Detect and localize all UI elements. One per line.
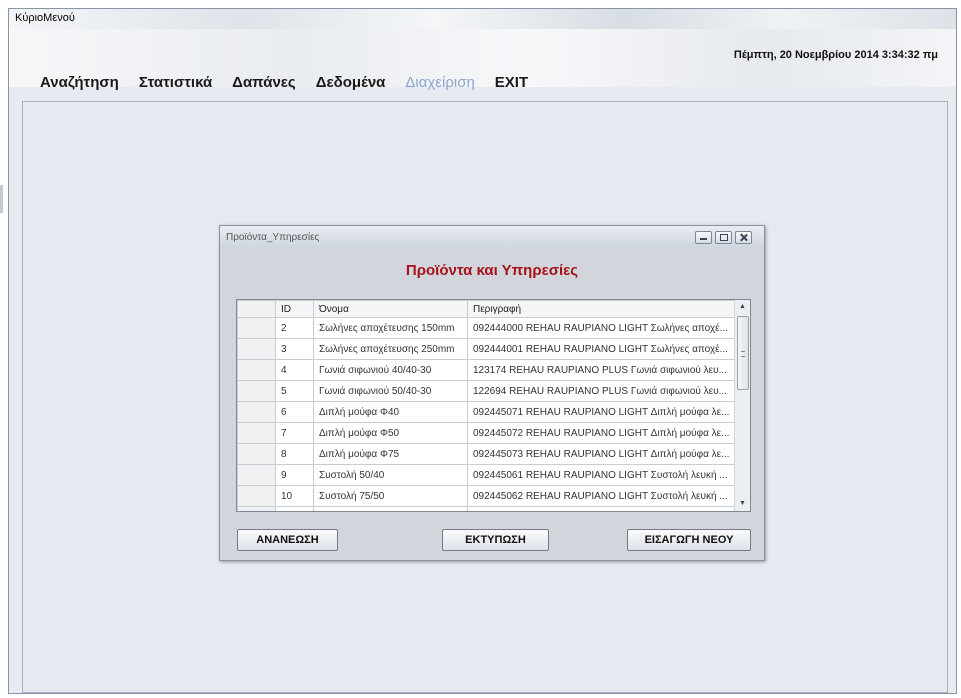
row-header[interactable]	[237, 443, 276, 465]
scroll-down-arrow-icon[interactable]: ▼	[735, 497, 750, 511]
menu-item-statistics[interactable]: Στατιστικά	[139, 74, 212, 91]
table-row[interactable]: 2 Σωλήνες αποχέτευσης 150mm 092444000 RE…	[237, 317, 745, 339]
menu-item-management[interactable]: Διαχείριση	[405, 74, 474, 91]
cell-id[interactable]: 5	[275, 380, 314, 402]
cell-description[interactable]: 123174 REHAU RAUPIANO PLUS Γωνιά σιφωνιο…	[467, 359, 745, 381]
cell-description[interactable]: 092445071 REHAU RAUPIANO LIGHT Διπλή μού…	[467, 401, 745, 423]
products-heading: Προϊόντα και Υπηρεσίες	[405, 262, 579, 279]
cell-description[interactable]: 092445072 REHAU RAUPIANO LIGHT Διπλή μού…	[467, 422, 745, 444]
row-header-corner	[237, 300, 276, 318]
cell-description[interactable]: 092444001 REHAU RAUPIANO LIGHT Σωλήνες α…	[467, 338, 745, 360]
row-header[interactable]	[237, 401, 276, 423]
table-row[interactable]: 4 Γωνιά σιφωνιού 40/40-30 123174 REHAU R…	[237, 359, 745, 381]
table-row[interactable]: 8 Διπλή μούφα Φ75 092445073 REHAU RAUPIA…	[237, 443, 745, 465]
menu-area: Πέμπτη, 20 Νοεμβρίου 2014 3:34:32 πμ Ανα…	[9, 29, 956, 91]
table-row[interactable]: 3 Σωλήνες αποχέτευσης 250mm 092444001 RE…	[237, 338, 745, 360]
row-header[interactable]	[237, 359, 276, 381]
child-window-title: Προϊόντα_Υπηρεσίες	[226, 232, 320, 243]
table-row[interactable]: 10 Συστολή 75/50 092445062 REHAU RAUPIAN…	[237, 485, 745, 507]
scrollbar-thumb[interactable]	[737, 316, 749, 390]
cell-id[interactable]: 6	[275, 401, 314, 423]
cell-id[interactable]: 9	[275, 464, 314, 486]
close-icon[interactable]	[735, 231, 752, 244]
table-header-row: ID Όνομα Περιγραφή	[237, 300, 745, 318]
cell-id[interactable]: 2	[275, 317, 314, 339]
minimize-icon[interactable]	[695, 231, 712, 244]
menu-item-data[interactable]: Δεδομένα	[316, 74, 386, 91]
add-new-button[interactable]: ΕΙΣΑΓΩΓΗ ΝΕΟΥ	[627, 529, 751, 551]
datetime-label: Πέμπτη, 20 Νοεμβρίου 2014 3:34:32 πμ	[733, 49, 938, 61]
table-row-partial[interactable]	[237, 506, 745, 511]
cell-id[interactable]: 3	[275, 338, 314, 360]
row-header[interactable]	[237, 422, 276, 444]
cell-id[interactable]: 7	[275, 422, 314, 444]
left-edge-accent	[0, 185, 3, 213]
cell-description[interactable]	[467, 506, 745, 511]
cell-name[interactable]: Διπλή μούφα Φ50	[313, 422, 468, 444]
cell-name[interactable]: Διπλή μούφα Φ75	[313, 443, 468, 465]
menu-item-search[interactable]: Αναζήτηση	[40, 74, 119, 91]
menu-item-expenses[interactable]: Δαπάνες	[232, 74, 296, 91]
cell-id[interactable]	[275, 506, 314, 511]
cell-id[interactable]: 10	[275, 485, 314, 507]
column-header-description[interactable]: Περιγραφή	[467, 300, 745, 318]
refresh-button[interactable]: ΑΝΑΝΕΩΣΗ	[237, 529, 338, 551]
cell-description[interactable]: 092445061 REHAU RAUPIANO LIGHT Συστολή λ…	[467, 464, 745, 486]
vertical-scrollbar[interactable]: ▲ ▼	[734, 300, 750, 511]
cell-name[interactable]: Γωνιά σιφωνιού 40/40-30	[313, 359, 468, 381]
products-table: ID Όνομα Περιγραφή 2 Σωλήνες αποχέτευσης…	[237, 300, 745, 511]
cell-name[interactable]: Συστολή 75/50	[313, 485, 468, 507]
maximize-icon[interactable]	[715, 231, 732, 244]
column-header-name[interactable]: Όνομα	[313, 300, 468, 318]
cell-description[interactable]: 092444000 REHAU RAUPIANO LIGHT Σωλήνες α…	[467, 317, 745, 339]
cell-name[interactable]: Σωλήνες αποχέτευσης 150mm	[313, 317, 468, 339]
table-row[interactable]: 7 Διπλή μούφα Φ50 092445072 REHAU RAUPIA…	[237, 422, 745, 444]
cell-name[interactable]: Γωνιά σιφωνιού 50/40-30	[313, 380, 468, 402]
cell-name[interactable]: Διπλή μούφα Φ40	[313, 401, 468, 423]
cell-description[interactable]: 122694 REHAU RAUPIANO PLUS Γωνιά σιφωνιο…	[467, 380, 745, 402]
cell-id[interactable]: 8	[275, 443, 314, 465]
cell-name[interactable]: Σωλήνες αποχέτευσης 250mm	[313, 338, 468, 360]
child-title-bar[interactable]: Προϊόντα_Υπηρεσίες	[220, 226, 764, 249]
cell-name[interactable]: Συστολή 50/40	[313, 464, 468, 486]
menu-item-exit[interactable]: EXIT	[495, 74, 528, 91]
scroll-up-arrow-icon[interactable]: ▲	[735, 300, 750, 314]
window-controls	[692, 231, 752, 244]
cell-description[interactable]: 092445073 REHAU RAUPIANO LIGHT Διπλή μού…	[467, 443, 745, 465]
window-title: ΚύριοΜενού	[15, 12, 75, 24]
table-row[interactable]: 9 Συστολή 50/40 092445061 REHAU RAUPIANO…	[237, 464, 745, 486]
column-header-id[interactable]: ID	[275, 300, 314, 318]
products-grid[interactable]: ID Όνομα Περιγραφή 2 Σωλήνες αποχέτευσης…	[236, 299, 751, 512]
table-row[interactable]: 6 Διπλή μούφα Φ40 092445071 REHAU RAUPIA…	[237, 401, 745, 423]
cell-id[interactable]: 4	[275, 359, 314, 381]
title-bar: ΚύριοΜενού	[9, 9, 956, 30]
row-header[interactable]	[237, 380, 276, 402]
row-header[interactable]	[237, 485, 276, 507]
row-header[interactable]	[237, 317, 276, 339]
products-window: Προϊόντα_Υπηρεσίες Προϊόντα και Υπηρεσίε…	[219, 225, 765, 561]
row-header[interactable]	[237, 338, 276, 360]
main-menu: Αναζήτηση Στατιστικά Δαπάνες Δεδομένα Δι…	[40, 74, 548, 91]
cell-description[interactable]: 092445062 REHAU RAUPIANO LIGHT Συστολή λ…	[467, 485, 745, 507]
row-header[interactable]	[237, 464, 276, 486]
table-row[interactable]: 5 Γωνιά σιφωνιού 50/40-30 122694 REHAU R…	[237, 380, 745, 402]
print-button[interactable]: ΕΚΤΥΠΩΣΗ	[442, 529, 549, 551]
cell-name[interactable]	[313, 506, 468, 511]
row-header[interactable]	[237, 506, 276, 511]
